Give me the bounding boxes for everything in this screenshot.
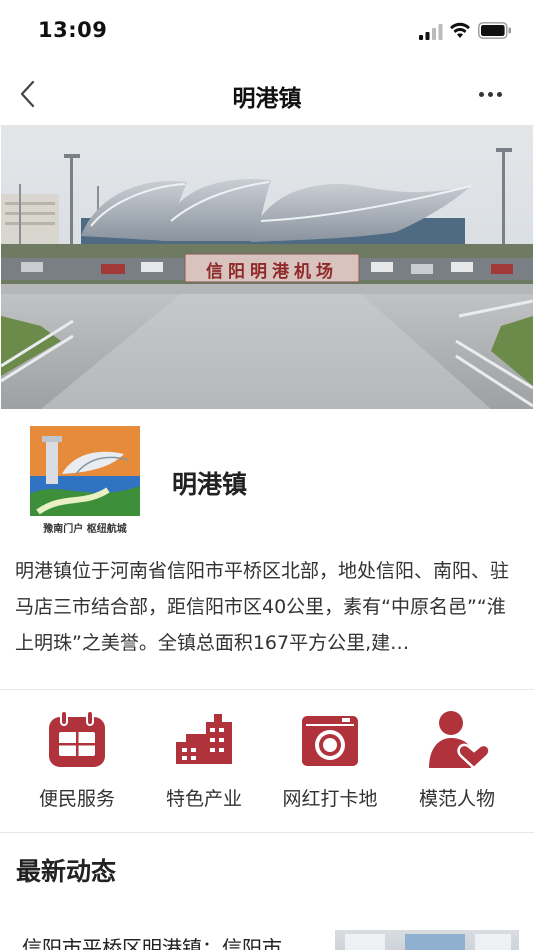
navigation-bar: 明港镇 — [0, 62, 534, 126]
divider — [0, 832, 534, 833]
grid-label: 特色产业 — [165, 788, 242, 810]
grid-item-checkin-spots[interactable]: 网红打卡地 — [265, 690, 395, 832]
wifi-icon — [450, 22, 470, 38]
news-list-item[interactable]: 信阳市平桥区明港镇：信阳市 — [0, 920, 534, 950]
town-description[interactable]: 明港镇位于河南省信阳市平桥区北部，地处信阳、南阳、驻马店三市结合部，距信阳市区4… — [15, 553, 515, 661]
more-button[interactable] — [472, 84, 508, 104]
logo-caption: 豫南门户 枢纽航城 — [43, 524, 127, 535]
news-thumbnail — [335, 930, 519, 950]
grid-item-role-models[interactable]: 模范人物 — [392, 690, 522, 832]
cellular-signal-icon — [419, 24, 443, 40]
grid-label: 网红打卡地 — [282, 788, 378, 810]
grid-label: 模范人物 — [418, 788, 495, 810]
person-heart-icon — [429, 711, 489, 770]
grid-label: 便民服务 — [38, 788, 115, 810]
town-name: 明港镇 — [172, 470, 248, 499]
service-grid: 便民服务 特色产业 网红打卡地 模范人物 — [0, 690, 534, 832]
grid-item-convenience-services[interactable]: 便民服务 — [12, 690, 142, 832]
town-logo: 豫南门户 枢纽航城 — [28, 424, 142, 540]
section-title-latest-news: 最新动态 — [16, 857, 117, 886]
battery-icon — [478, 22, 511, 39]
news-title: 信阳市平桥区明港镇：信阳市 — [22, 936, 282, 950]
camera-icon — [302, 716, 358, 766]
page-title: 明港镇 — [232, 86, 302, 112]
banner-sign-text: 信阳明港机场 — [206, 262, 338, 282]
town-logo-image — [30, 426, 140, 516]
grid-item-featured-industry[interactable]: 特色产业 — [139, 690, 269, 832]
factory-icon — [176, 714, 232, 764]
calendar-icon — [49, 710, 105, 767]
status-time: 13:09 — [38, 18, 108, 42]
more-dots-icon — [478, 91, 484, 97]
status-bar: 13:09 — [0, 0, 534, 62]
banner-image[interactable]: 信阳明港机场 — [1, 126, 533, 409]
